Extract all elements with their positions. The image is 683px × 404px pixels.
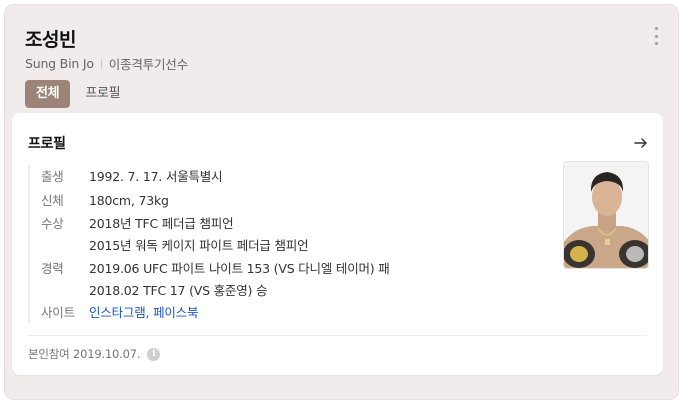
row-label: 수상: [41, 216, 64, 231]
subtitle-separator: [100, 58, 102, 69]
link-separator: ,: [145, 305, 150, 320]
profile-panel: 프로필 출생 1992. 7. 17. 서울특별시 신체 180cm, 73kg…: [12, 113, 663, 375]
tab-all[interactable]: 전체: [25, 80, 71, 108]
row-values: 인스타그램, 페이스북: [89, 304, 198, 326]
row-label: 경력: [41, 261, 64, 276]
row-value: 180cm, 73kg: [89, 193, 169, 208]
row-value: 2018년 TFC 페더급 챔피언: [89, 216, 234, 231]
person-name: 조성빈: [25, 29, 76, 51]
row-label: 출생: [41, 169, 64, 184]
row-values: 180cm, 73kg: [89, 192, 169, 214]
more-options-icon[interactable]: [652, 27, 660, 45]
verified-date: 본인참여 2019.10.07.: [28, 347, 141, 361]
row-value: 1992. 7. 17. 서울특별시: [89, 169, 223, 184]
occupation: 이종격투기선수: [108, 57, 188, 72]
fighter-portrait-image: [564, 162, 648, 268]
row-values: 2018년 TFC 페더급 챔피언 2015년 워독 케이지 파이트 페더급 챔…: [89, 215, 309, 259]
row-label: 신체: [41, 193, 64, 208]
row-label: 사이트: [41, 305, 75, 320]
row-value: 2018.02 TFC 17 (VS 홍준영) 승: [89, 283, 268, 298]
tab-bar: 전체 프로필: [25, 80, 131, 108]
row-value: 2015년 워독 케이지 파이트 페더급 챔피언: [89, 238, 309, 253]
profile-photo[interactable]: [563, 161, 649, 269]
footer-divider: [28, 335, 647, 336]
person-subtitle: Sung Bin Jo 이종격투기선수: [25, 54, 188, 73]
row-values: 2019.06 UFC 파이트 나이트 153 (VS 다니엘 테이머) 패 2…: [89, 260, 390, 304]
arrow-right-icon[interactable]: [633, 135, 649, 151]
tab-profile[interactable]: 프로필: [74, 80, 131, 108]
facebook-link[interactable]: 페이스북: [153, 305, 198, 320]
row-value: 2019.06 UFC 파이트 나이트 153 (VS 다니엘 테이머) 패: [89, 261, 390, 276]
english-name: Sung Bin Jo: [25, 56, 94, 71]
instagram-link[interactable]: 인스타그램: [89, 305, 146, 320]
profile-title[interactable]: 프로필: [28, 133, 66, 153]
profile-info-list: 출생 1992. 7. 17. 서울특별시 신체 180cm, 73kg 수상 …: [28, 165, 528, 323]
row-values: 1992. 7. 17. 서울특별시: [89, 168, 223, 190]
footer: 본인참여 2019.10.07. i: [28, 346, 161, 362]
info-icon[interactable]: i: [147, 347, 161, 361]
